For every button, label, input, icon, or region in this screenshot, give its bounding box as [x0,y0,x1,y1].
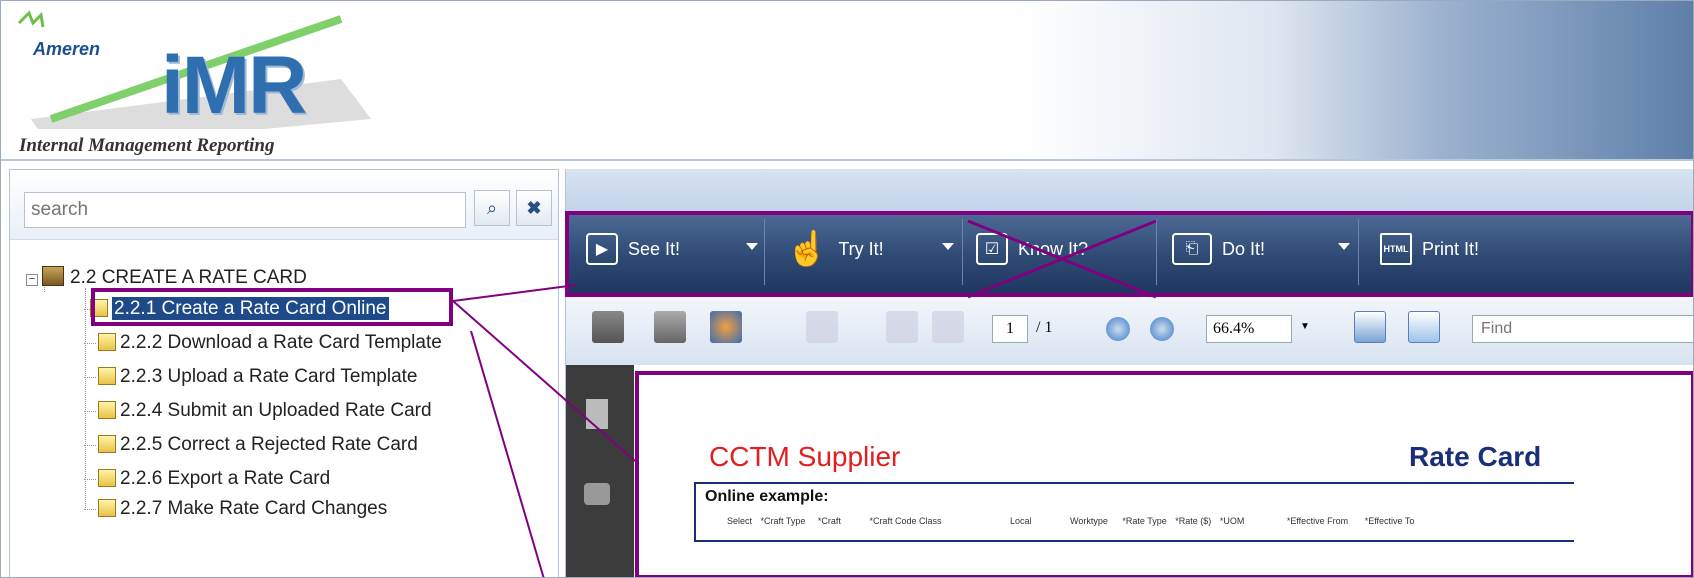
annotation-overlay [452,219,1157,577]
callout-line-down [470,330,545,577]
callout-line-toolbar [452,284,577,302]
callout-line-document [452,300,636,462]
app-window: Ameren iMR Internal Management Reporting… [0,0,1694,578]
